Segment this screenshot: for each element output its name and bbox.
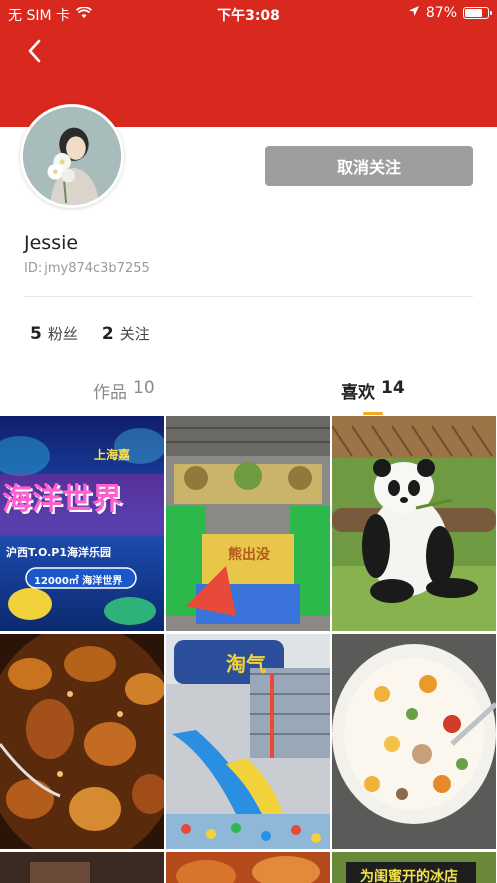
following-label: 关注 <box>119 325 150 343</box>
tile-text: 上海嘉 <box>94 448 131 462</box>
video-thumbnail[interactable]: 淘气 <box>166 634 330 849</box>
user-id-label: ID: <box>24 261 43 276</box>
unfollow-button[interactable]: 取消关注 <box>265 146 473 186</box>
battery-percent: 87% <box>425 5 457 21</box>
video-thumbnail[interactable]: 为闺蜜开的冰店 <box>332 852 496 883</box>
tab-works[interactable]: 作品 10 <box>93 378 155 403</box>
chevron-left-icon <box>28 39 41 63</box>
video-thumbnail[interactable] <box>0 634 164 849</box>
tile-text: 为闺蜜开的冰店 <box>360 869 458 883</box>
liked-videos-grid: 上海嘉 海洋世界 沪西T.O.P1海洋乐园 12000㎡ 海洋世界 熊出没 淘气… <box>0 416 497 883</box>
followers-count: 5 <box>30 324 42 344</box>
content-tabs: 作品 10 喜欢 14 <box>0 372 497 415</box>
user-id: ID: jmy874c3b7255 <box>24 261 150 276</box>
tile-text: 淘气 <box>226 652 266 676</box>
divider <box>24 296 473 297</box>
tab-likes-label: 喜欢 <box>341 383 375 403</box>
video-thumbnail[interactable]: 上海嘉 海洋世界 沪西T.O.P1海洋乐园 12000㎡ 海洋世界 <box>0 416 164 631</box>
following-stat[interactable]: 2 关注 <box>102 323 150 344</box>
tile-text: 熊出没 <box>228 547 270 563</box>
status-bar: 无 SIM 卡 下午3:08 87% <box>0 0 497 26</box>
avatar-image <box>23 107 121 205</box>
video-thumbnail[interactable] <box>332 416 496 631</box>
followers-label: 粉丝 <box>47 325 78 343</box>
avatar[interactable] <box>20 104 124 208</box>
tab-likes-count: 14 <box>381 378 405 398</box>
following-count: 2 <box>101 324 114 344</box>
tile-text: 沪西T.O.P1海洋乐园 <box>6 546 112 559</box>
video-thumbnail[interactable] <box>0 852 164 883</box>
followers-stat[interactable]: 5 粉丝 <box>30 323 78 344</box>
tab-likes[interactable]: 喜欢 14 <box>341 378 405 403</box>
location-arrow-icon <box>408 5 420 21</box>
active-tab-indicator <box>363 412 383 415</box>
tab-works-label: 作品 <box>93 383 127 403</box>
tile-text: 海洋世界 <box>2 482 122 517</box>
tab-works-count: 10 <box>133 378 155 398</box>
battery-icon <box>463 7 492 19</box>
video-thumbnail[interactable] <box>166 852 330 883</box>
stats-row: 5 粉丝 2 关注 <box>30 323 150 344</box>
back-button[interactable] <box>22 36 46 66</box>
tile-text: 12000㎡ 海洋世界 <box>34 576 123 587</box>
username: Jessie <box>24 232 79 254</box>
video-thumbnail[interactable]: 熊出没 <box>166 416 330 631</box>
battery-level <box>465 9 483 17</box>
video-thumbnail[interactable] <box>332 634 496 849</box>
profile-page: 无 SIM 卡 下午3:08 87% 取消关注 Jessie ID: jmy87… <box>0 0 497 883</box>
user-id-value: jmy874c3b7255 <box>44 261 150 276</box>
